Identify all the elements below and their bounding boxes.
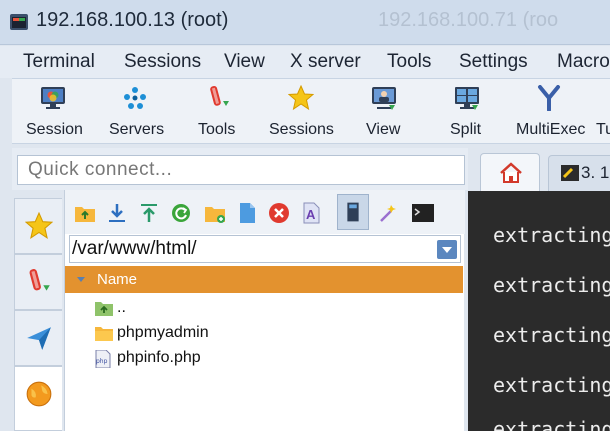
title-bar: 192.168.100.13 (root) 192.168.100.71 (ro… — [0, 0, 610, 45]
menu-x-server[interactable]: X server — [290, 51, 361, 73]
app-icon — [10, 14, 28, 30]
upload-icon[interactable] — [137, 201, 161, 225]
svg-text:A: A — [306, 207, 316, 222]
split-icon — [455, 87, 479, 110]
main-toolbar: Session Servers Tools Sessions View Spli… — [12, 78, 610, 144]
chevron-down-icon — [442, 247, 452, 253]
servers-icon — [124, 87, 146, 109]
sftp-toolbar: A — [65, 190, 465, 234]
menu-bar: Terminal Sessions View X server Tools Se… — [0, 46, 610, 78]
side-tab-tools[interactable] — [14, 254, 62, 310]
toolbar-multiexec-label: MultiExec — [516, 121, 586, 138]
terminal-line: extracting — [493, 373, 610, 397]
sort-arrow-icon — [77, 277, 85, 282]
home-icon — [500, 162, 522, 183]
file-name: phpmyadmin — [117, 324, 209, 341]
toolbar-view-label: View — [366, 121, 401, 138]
toolbar-sessions-label: Sessions — [269, 121, 334, 138]
menu-view[interactable]: View — [224, 51, 265, 73]
download-icon[interactable] — [105, 201, 129, 225]
sessions-star-icon — [25, 212, 53, 240]
folder-icon — [95, 327, 113, 341]
view-icon — [372, 87, 396, 110]
toolbar-split-label: Split — [450, 121, 482, 138]
svg-text:php: php — [96, 358, 108, 365]
delete-icon[interactable] — [267, 201, 291, 225]
file-name: phpinfo.php — [117, 349, 201, 366]
toolbar-servers-label: Servers — [109, 121, 165, 138]
sessions-star-icon — [288, 85, 314, 111]
tools-icon — [210, 85, 229, 106]
column-header-name: Name — [97, 271, 138, 288]
toolbar-tools-button[interactable]: Tools — [176, 79, 260, 143]
follow-terminal-icon[interactable] — [337, 194, 369, 230]
toolbar-tunneling-label: Tu — [596, 121, 610, 138]
sftp-path-text: /var/www/html/ — [72, 238, 197, 259]
sftp-path-field[interactable]: /var/www/html/ — [69, 235, 461, 263]
new-folder-icon[interactable] — [203, 201, 227, 225]
php-file-icon: php — [95, 350, 111, 368]
multiexec-icon — [538, 85, 560, 111]
toolbar-tunneling-button[interactable]: Tu — [594, 79, 610, 143]
rename-icon[interactable]: A — [299, 201, 323, 225]
terminal-area: 3. 1 extracting extracting extracting ex… — [468, 148, 610, 431]
tab-home[interactable] — [480, 153, 540, 191]
menu-terminal[interactable]: Terminal — [23, 51, 95, 73]
parent-folder-icon — [95, 302, 113, 316]
refresh-icon[interactable] — [169, 201, 193, 225]
up-folder-icon[interactable] — [73, 201, 97, 225]
sftp-panel: A /var/www/html/ Name .. phpmyadmin php … — [64, 190, 465, 431]
ghost-window-title: 192.168.100.71 (roo — [378, 9, 559, 31]
file-row-phpmyadmin[interactable]: phpmyadmin — [95, 323, 255, 345]
menu-settings[interactable]: Settings — [459, 51, 528, 73]
path-dropdown-button[interactable] — [437, 240, 457, 259]
terminal-line: extracting — [493, 323, 610, 347]
tab-session-label: 3. 1 — [581, 163, 610, 182]
file-row-phpinfo[interactable]: php phpinfo.php — [95, 348, 255, 370]
toolbar-view-button[interactable]: View — [356, 79, 414, 143]
toolbar-session-button[interactable]: Session — [12, 79, 96, 143]
terminal-line: extracting — [493, 223, 610, 247]
terminal-output[interactable]: extracting extracting extracting extract… — [468, 191, 610, 431]
terminal-icon[interactable] — [411, 201, 435, 225]
file-row-parent[interactable]: .. — [95, 298, 235, 320]
session-icon — [41, 87, 65, 109]
menu-sessions[interactable]: Sessions — [124, 51, 201, 73]
toolbar-multiexec-button[interactable]: MultiExec — [510, 79, 594, 143]
side-tab-sessions[interactable] — [14, 198, 62, 254]
menu-tools[interactable]: Tools — [387, 51, 431, 73]
sftp-globe-icon — [26, 381, 52, 407]
side-tab-macros[interactable] — [14, 310, 62, 366]
menu-macro[interactable]: Macro — [557, 51, 610, 73]
quick-connect-area — [12, 148, 468, 190]
new-file-icon[interactable] — [235, 201, 259, 225]
file-name: .. — [117, 299, 126, 316]
toolbar-tools-label: Tools — [198, 121, 236, 138]
open-terminal-folder-icon[interactable] — [377, 201, 401, 225]
file-list-header[interactable]: Name — [65, 266, 463, 293]
toolbar-sessions-button[interactable]: Sessions — [260, 79, 344, 143]
side-tab-sftp[interactable] — [14, 366, 62, 431]
toolbar-servers-button[interactable]: Servers — [96, 79, 176, 143]
window-title: 192.168.100.13 (root) — [36, 9, 229, 31]
terminal-line: extracting — [493, 273, 610, 297]
tab-session-3[interactable]: 3. 1 — [548, 155, 610, 191]
tools-icon — [29, 269, 50, 291]
terminal-line: extracting — [493, 417, 610, 431]
terminal-tab-icon — [561, 165, 579, 181]
side-tabs — [12, 190, 64, 431]
macros-icon — [27, 327, 51, 350]
quick-connect-input[interactable] — [17, 155, 465, 185]
toolbar-split-button[interactable]: Split — [438, 79, 496, 143]
toolbar-session-label: Session — [26, 121, 83, 138]
